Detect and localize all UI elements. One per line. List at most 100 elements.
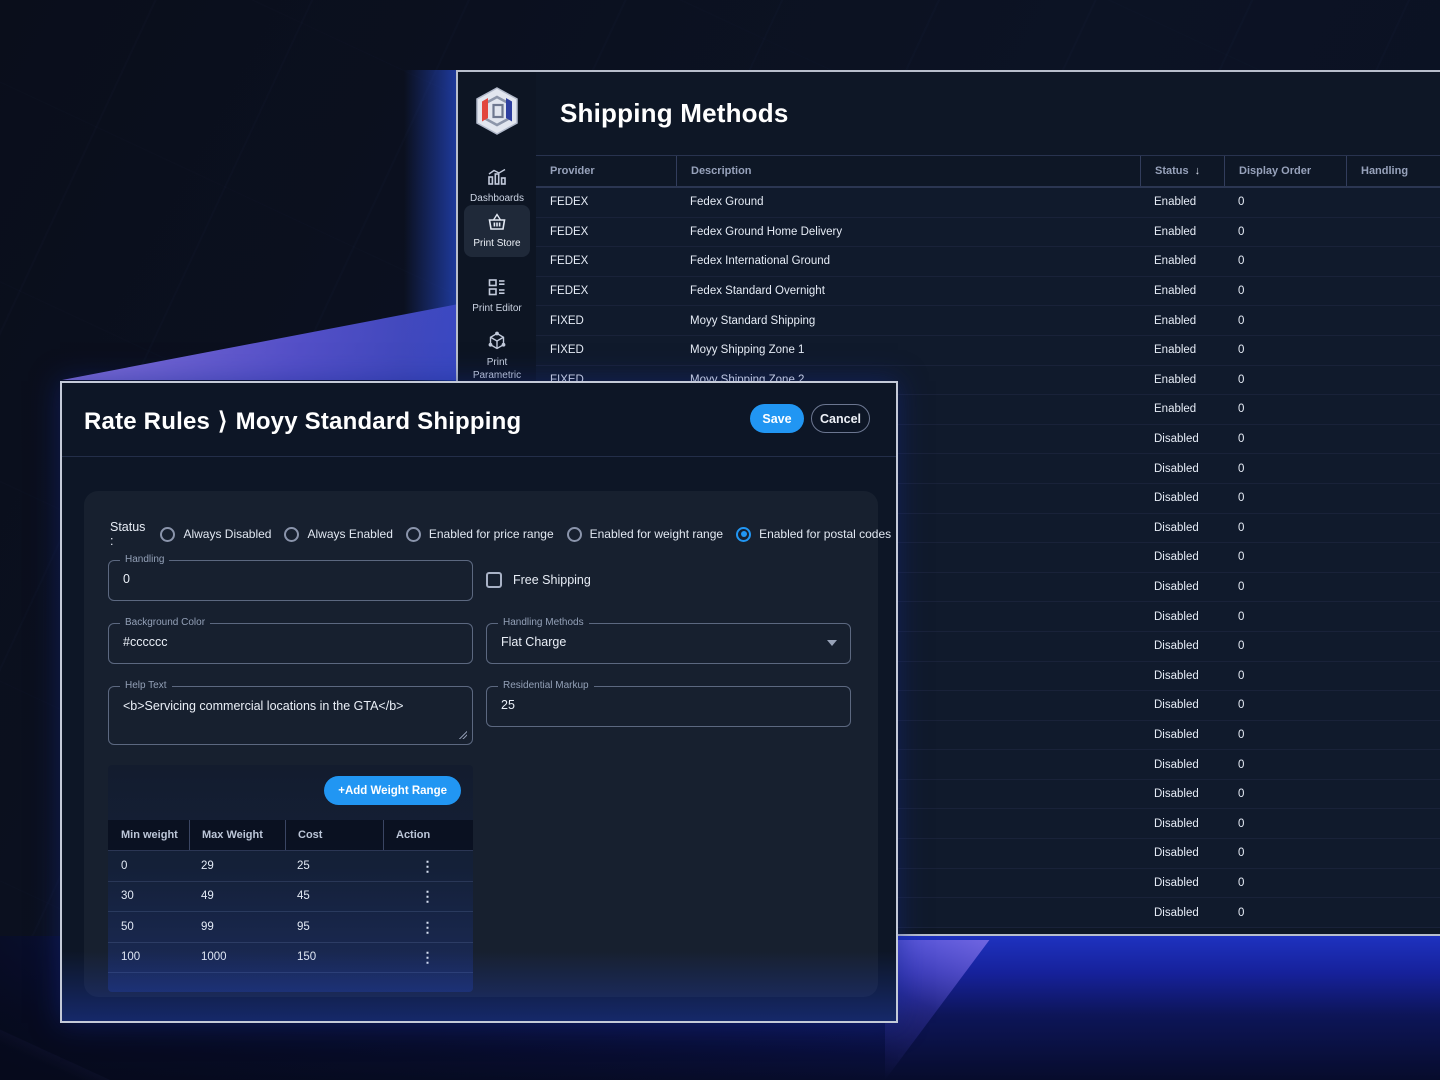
cell-status: Disabled	[1140, 780, 1224, 809]
cell-status: Enabled	[1140, 336, 1224, 365]
handling-methods-value: Flat Charge	[501, 635, 566, 649]
radio-button-icon[interactable]	[406, 527, 421, 542]
weight-cell-max: 29	[188, 851, 284, 881]
table-row[interactable]: FEDEXFedex International GroundEnabled0	[536, 247, 1440, 277]
column-header-provider[interactable]: Provider	[536, 156, 676, 186]
cell-handling	[1346, 869, 1430, 898]
cancel-button[interactable]: Cancel	[811, 404, 870, 433]
breadcrumb-separator-icon: ⟩	[210, 408, 236, 435]
rate-rules-header: Rate Rules⟩Moyy Standard Shipping Save C…	[62, 383, 896, 457]
cell-handling	[1346, 277, 1430, 306]
weight-cell-action: ⋮	[382, 882, 473, 912]
cell-status: Disabled	[1140, 809, 1224, 838]
cell-handling	[1346, 454, 1430, 483]
cell-handling	[1346, 662, 1430, 691]
save-button[interactable]: Save	[750, 404, 804, 433]
column-header-description[interactable]: Description	[676, 156, 1140, 186]
free-shipping-checkbox[interactable]: Free Shipping	[486, 572, 591, 588]
table-row[interactable]: FIXEDMoyy Standard ShippingEnabled0	[536, 306, 1440, 336]
cell-description: Fedex Standard Overnight	[676, 277, 1140, 306]
radio-always-enabled[interactable]: Always Enabled	[284, 527, 392, 542]
sort-desc-icon: ↓	[1195, 165, 1201, 177]
cell-description: Fedex Ground	[676, 188, 1140, 217]
weight-column-header-min-weight: Min weight	[108, 820, 188, 850]
add-weight-range-button[interactable]: +Add Weight Range	[324, 776, 461, 805]
print-parametric-icon	[486, 330, 508, 352]
table-row[interactable]: FIXEDMoyy Shipping Zone 1Enabled0	[536, 336, 1440, 366]
cell-handling	[1346, 573, 1430, 602]
cell-description: Moyy Shipping Zone 1	[676, 336, 1140, 365]
handling-methods-select[interactable]: Handling Methods Flat Charge	[486, 623, 851, 664]
cell-handling	[1346, 780, 1430, 809]
shipping-table-header: ProviderDescriptionStatus↓Display OrderH…	[536, 155, 1440, 188]
weight-column-header-max-weight: Max Weight	[188, 820, 284, 850]
cell-status: Disabled	[1140, 484, 1224, 513]
sidebar-item-print-editor[interactable]: Print Editor	[464, 270, 530, 322]
cell-status: Enabled	[1140, 366, 1224, 395]
cell-status: Enabled	[1140, 218, 1224, 247]
cell-provider: FEDEX	[536, 277, 676, 306]
handling-input-label: Handling	[120, 554, 169, 565]
table-row[interactable]: FEDEXFedex Standard OvernightEnabled0	[536, 277, 1440, 307]
cell-display_order: 0	[1224, 691, 1346, 720]
sidebar-item-print-parametric[interactable]: Print Parametric	[464, 324, 530, 388]
cell-status: Disabled	[1140, 691, 1224, 720]
cell-display_order: 0	[1224, 721, 1346, 750]
radio-button-icon[interactable]	[284, 527, 299, 542]
column-header-display_order[interactable]: Display Order	[1224, 156, 1346, 186]
kebab-menu-icon[interactable]: ⋮	[421, 950, 435, 964]
sidebar-item-print-store[interactable]: Print Store	[464, 205, 530, 257]
radio-enabled-for-weight-range[interactable]: Enabled for weight range	[567, 527, 723, 542]
breadcrumb-current: Moyy Standard Shipping	[236, 408, 522, 435]
checkbox-icon[interactable]	[486, 572, 502, 588]
cell-status: Enabled	[1140, 247, 1224, 276]
cell-display_order: 0	[1224, 573, 1346, 602]
breadcrumb-parent: Rate Rules	[84, 408, 210, 435]
status-radio-group: Status : Always Disabled Always Enabled En…	[110, 520, 891, 548]
background-color-input[interactable]: Background Color #cccccc	[108, 623, 473, 664]
sidebar-item-label: Print Editor	[472, 303, 521, 316]
cell-handling	[1346, 336, 1430, 365]
help-text-textarea[interactable]: Help Text <b>Servicing commercial locati…	[108, 686, 473, 745]
kebab-menu-icon[interactable]: ⋮	[421, 889, 435, 903]
radio-always-disabled[interactable]: Always Disabled	[160, 527, 271, 542]
weight-table-row: 02925⋮	[108, 851, 473, 882]
handling-input[interactable]: Handling 0	[108, 560, 473, 601]
kebab-menu-icon[interactable]: ⋮	[421, 920, 435, 934]
column-header-status[interactable]: Status↓	[1140, 156, 1224, 186]
cell-status: Disabled	[1140, 632, 1224, 661]
radio-enabled-for-postal-codes[interactable]: Enabled for postal codes	[736, 527, 891, 542]
handling-methods-label: Handling Methods	[498, 617, 589, 628]
cell-display_order: 0	[1224, 277, 1346, 306]
radio-button-icon[interactable]	[567, 527, 582, 542]
cell-display_order: 0	[1224, 750, 1346, 779]
cell-provider: FIXED	[536, 336, 676, 365]
weight-cell-min: 50	[108, 912, 188, 942]
residential-markup-input[interactable]: Residential Markup 25	[486, 686, 851, 727]
resize-handle-icon[interactable]	[458, 730, 467, 739]
column-header-handling[interactable]: Handling	[1346, 156, 1430, 186]
cell-status: Disabled	[1140, 573, 1224, 602]
kebab-menu-icon[interactable]: ⋮	[421, 859, 435, 873]
cell-handling	[1346, 721, 1430, 750]
sidebar-item-dashboards[interactable]: Dashboards	[464, 160, 530, 212]
weight-cell-cost: 95	[284, 912, 382, 942]
radio-button-icon[interactable]	[160, 527, 175, 542]
cell-display_order: 0	[1224, 484, 1346, 513]
cell-status: Disabled	[1140, 543, 1224, 572]
status-field-label: Status :	[110, 520, 145, 548]
weight-cell-cost: 45	[284, 882, 382, 912]
cell-status: Disabled	[1140, 839, 1224, 868]
table-row[interactable]: FEDEXFedex Ground Home DeliveryEnabled0	[536, 218, 1440, 248]
handling-input-value: 0	[123, 572, 130, 586]
cell-display_order: 0	[1224, 780, 1346, 809]
radio-enabled-for-price-range[interactable]: Enabled for price range	[406, 527, 554, 542]
rate-rules-form-card: Status : Always Disabled Always Enabled En…	[84, 491, 878, 997]
table-row[interactable]: FEDEXFedex GroundEnabled0	[536, 188, 1440, 218]
cell-provider: FEDEX	[536, 218, 676, 247]
weight-cell-max: 1000	[188, 943, 284, 973]
radio-button-icon[interactable]	[736, 527, 751, 542]
cell-provider: FEDEX	[536, 247, 676, 276]
residential-markup-value: 25	[501, 698, 515, 712]
residential-markup-label: Residential Markup	[498, 680, 594, 691]
